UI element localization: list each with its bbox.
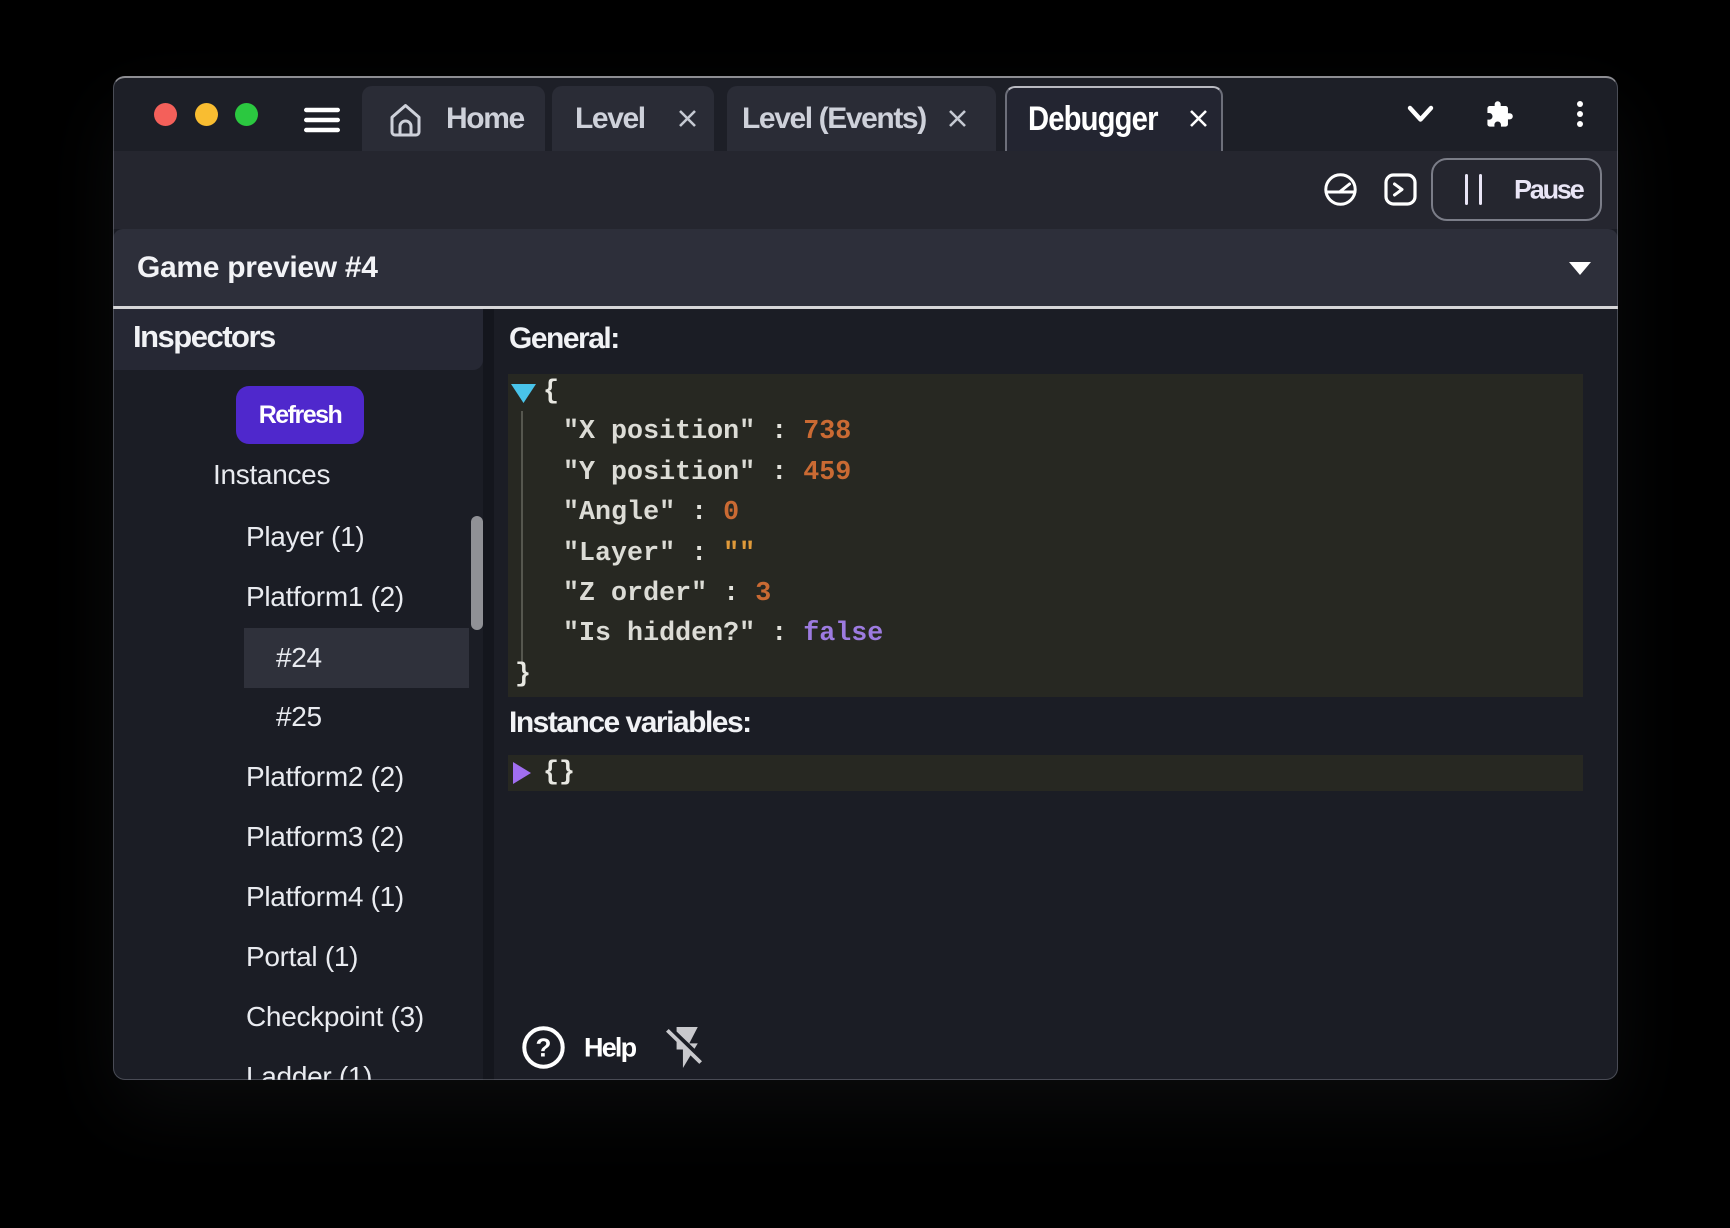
svg-text:?: ? bbox=[536, 1033, 552, 1063]
